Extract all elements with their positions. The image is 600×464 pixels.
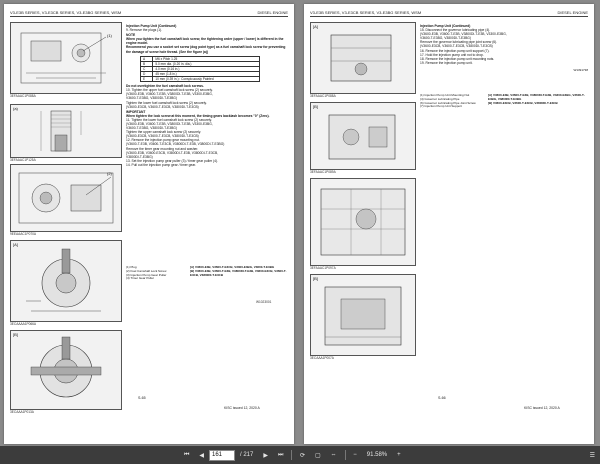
total-pages: / 217	[239, 452, 254, 458]
callout-model-a: [A]	[313, 24, 318, 29]
figure-pump-support	[310, 178, 416, 266]
puller-drawing	[26, 248, 101, 312]
callout-a: (a)	[13, 106, 18, 111]
viewer-toolbar: ⏮ ◀ 161 / 217 ▶ ⏭ ⟳ ▢ ⇔ − 91.58% + ☰	[0, 446, 600, 464]
figure-code: 3ECAAAA1P066A	[10, 322, 37, 326]
text-column: Injection Pump Unit (Continued) 9. Remov…	[126, 24, 288, 167]
first-page-button[interactable]: ⏮	[181, 449, 192, 461]
callout-model-b: [B]	[313, 276, 318, 281]
figure-pump-unit: [B]	[310, 274, 416, 356]
document-page-left: V3-E3B SERIES, V3-E3CB SERIES, V3-E3BG S…	[4, 4, 294, 444]
step-line: 14. Pull out the injection pump gear / t…	[126, 162, 197, 167]
engine-drawing	[18, 172, 114, 224]
figure-plug: (1)	[10, 22, 122, 94]
figure-code: 3EFAAAC1P125A	[10, 158, 36, 162]
document-page-right: V3-E3B SERIES, V3-E3CB SERIES, V3-E3BG S…	[304, 4, 594, 444]
engine-drawing	[324, 286, 402, 346]
figure-governor-pipe: [A]	[310, 22, 416, 94]
header-series: V3-E3B SERIES, V3-E3CB SERIES, V3-E3BG S…	[310, 10, 422, 15]
header-section: DIESEL ENGINE	[557, 10, 588, 15]
zoom-out-button[interactable]: −	[350, 449, 360, 461]
page-header: V3-E3B SERIES, V3-E3CB SERIES, V3-E3BG S…	[10, 10, 288, 17]
callout-1: (1)	[107, 33, 112, 38]
callout-2: (2)	[107, 171, 112, 176]
pump-drawing	[328, 114, 396, 160]
menu-icon[interactable]: ☰	[587, 449, 598, 461]
parts-legend: (1) Injection Pump Unit Mounting Nut (4)…	[420, 93, 482, 109]
figure-code: 3ECAAA1P007A	[310, 356, 334, 360]
step-10-line: (V3600-E3CB, V3600-T-E3CB, V3800DI-T-E3C…	[126, 104, 199, 109]
pump-drawing	[330, 34, 392, 82]
divider	[344, 450, 346, 460]
engine-drawing	[20, 32, 107, 84]
figure-code: 9EEAAAC1P070A	[10, 232, 37, 236]
page-number-input[interactable]: 161	[208, 449, 235, 461]
note-item-2: Recommend you use a socket set screw (do…	[126, 45, 286, 54]
spec-table: A M6 x Pitch 1.25 B 5.0 mm dia. (0.20 in. …	[139, 55, 260, 83]
model-legend: [A] V3600-E3B, V3600-T-E3CB, V3300-E3BG,…	[190, 265, 288, 277]
figure-code: 3EFAAAC1P089A	[310, 170, 336, 174]
divider	[291, 450, 292, 460]
figure-code: 3EFAAAC1P097A	[310, 266, 336, 270]
last-page-button[interactable]: ⏭	[275, 449, 286, 461]
page-header: V3-E3B SERIES, V3-E3CB SERIES, V3-E3BG S…	[310, 10, 588, 17]
spec-key: E	[139, 76, 154, 83]
screw-drawing	[40, 110, 82, 152]
page-number: S-65	[138, 396, 146, 400]
engine-drawing	[320, 188, 406, 256]
step-line: 19. Remove the injection pump unit.	[420, 60, 473, 65]
legend-item: (4) Timer Gear Puller	[126, 276, 155, 281]
callout-model-b: [B]	[313, 104, 318, 109]
page-number: S-66	[438, 396, 446, 400]
callout-model-a: [A]	[13, 242, 18, 247]
header-series: V3-E3B SERIES, V3-E3CB SERIES, V3-E3BG S…	[10, 10, 122, 15]
callout-model-b: [B]	[13, 332, 18, 337]
previous-page-button[interactable]: ◀	[196, 449, 207, 461]
puller-drawing	[30, 336, 102, 398]
issue-footer: KISC issued 12, 2020 A	[224, 406, 260, 410]
model-item: [B] V3600-E3CB, V3600-T-E3CB, V3800DI-T-…	[488, 100, 558, 105]
reference-code: W1023001	[256, 300, 272, 304]
zoom-in-button[interactable]: +	[394, 449, 404, 461]
step-9: 9. Remove the plugs (1).	[126, 28, 163, 33]
figure-tighten: (2)	[10, 164, 122, 232]
reference-code: W1391738	[573, 67, 588, 72]
issue-footer: KISC issued 12, 2020 A	[524, 406, 560, 410]
zoom-level[interactable]: 91.58%	[364, 449, 390, 461]
figure-code: 3ECAAA1P013A	[10, 410, 34, 414]
header-section: DIESEL ENGINE	[257, 10, 288, 15]
note-item-1: When you tighten the fuel camshaft lock …	[126, 37, 284, 46]
spec-row: E 10 mm (0.39 in.) : Conspicuously Painte…	[139, 76, 260, 83]
spec-value: 10 mm (0.39 in.) : Conspicuously Painted	[152, 76, 260, 83]
text-column: Injection Pump Unit (Continued) 15. Disc…	[420, 24, 588, 72]
parts-legend: (1) Plug (2) Fuel Camshaft Lock Screw (3…	[126, 265, 186, 281]
next-page-button[interactable]: ▶	[260, 449, 271, 461]
legend-item: (7) Injection Pump Unit Support	[420, 104, 462, 109]
figure-code: 3EFAAAC1P088A	[310, 94, 336, 98]
model-item: [B] V3600-E3B, V3600-T-E3B, V3800DI-T-E3…	[190, 268, 287, 277]
model-legend: [A] V3600-E3B, V3600-T-E3B, V3800DI-T-E3…	[488, 93, 588, 105]
figure-pump-gear-puller: [A]	[10, 240, 122, 322]
figure-lock-screw: (a)	[10, 104, 122, 158]
figure-joint-screw: [B]	[310, 102, 416, 170]
fit-page-icon[interactable]: ▢	[312, 449, 324, 461]
fit-width-icon[interactable]: ⇔	[328, 449, 340, 461]
figure-code: 3EFAAAC1P088A	[10, 94, 36, 98]
figure-timer-gear-puller: [B]	[10, 330, 122, 410]
rotate-icon[interactable]: ⟳	[297, 449, 308, 461]
